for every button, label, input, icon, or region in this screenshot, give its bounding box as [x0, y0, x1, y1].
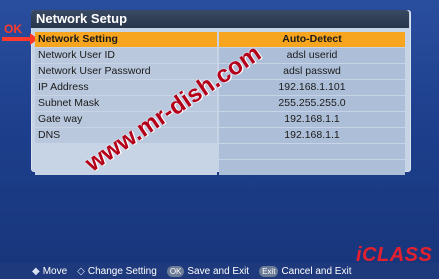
row-label: Network Setting [35, 32, 217, 47]
page-title: Network Setup [36, 11, 128, 26]
hint-cancel: Exit Cancel and Exit [259, 265, 352, 277]
navigate-icon: ◆ [32, 265, 40, 277]
hint-move-label: Move [42, 265, 68, 277]
row-dns[interactable]: DNS 192.168.1.1 [35, 128, 405, 143]
row-network-setting[interactable]: Network Setting Auto-Detect [35, 32, 405, 47]
row-value[interactable]: 192.168.1.1 [219, 112, 405, 127]
help-bar: ◆ Move ◇ Change Setting OK Save and Exit… [0, 263, 439, 279]
panel-title-bar: Network Setup [31, 10, 409, 28]
row-value [219, 144, 405, 159]
row-value[interactable]: 255.255.255.0 [219, 96, 405, 111]
row-label: Network User Password [35, 64, 217, 79]
hint-save: OK Save and Exit [166, 265, 250, 277]
row-label: Network User ID [35, 48, 217, 63]
row-value [219, 160, 405, 175]
hint-save-label: Save and Exit [187, 265, 250, 277]
row-label [35, 160, 217, 175]
hint-change: ◇ Change Setting [77, 266, 157, 277]
row-value[interactable]: 192.168.1.1 [219, 128, 405, 143]
ok-key-badge: OK [166, 265, 185, 277]
hint-move: ◆ Move [32, 266, 67, 277]
right-arrow-icon [2, 33, 38, 45]
row-gateway[interactable]: Gate way 192.168.1.1 [35, 112, 405, 127]
hint-change-label: Change Setting [87, 265, 157, 277]
left-right-icon: ◇ [77, 265, 85, 277]
hint-cancel-label: Cancel and Exit [281, 265, 352, 277]
exit-key-badge: Exit [259, 265, 279, 277]
row-value[interactable]: 192.168.1.101 [219, 80, 405, 95]
ok-marker: OK [4, 22, 22, 36]
row-subnet-mask[interactable]: Subnet Mask 255.255.255.0 [35, 96, 405, 111]
